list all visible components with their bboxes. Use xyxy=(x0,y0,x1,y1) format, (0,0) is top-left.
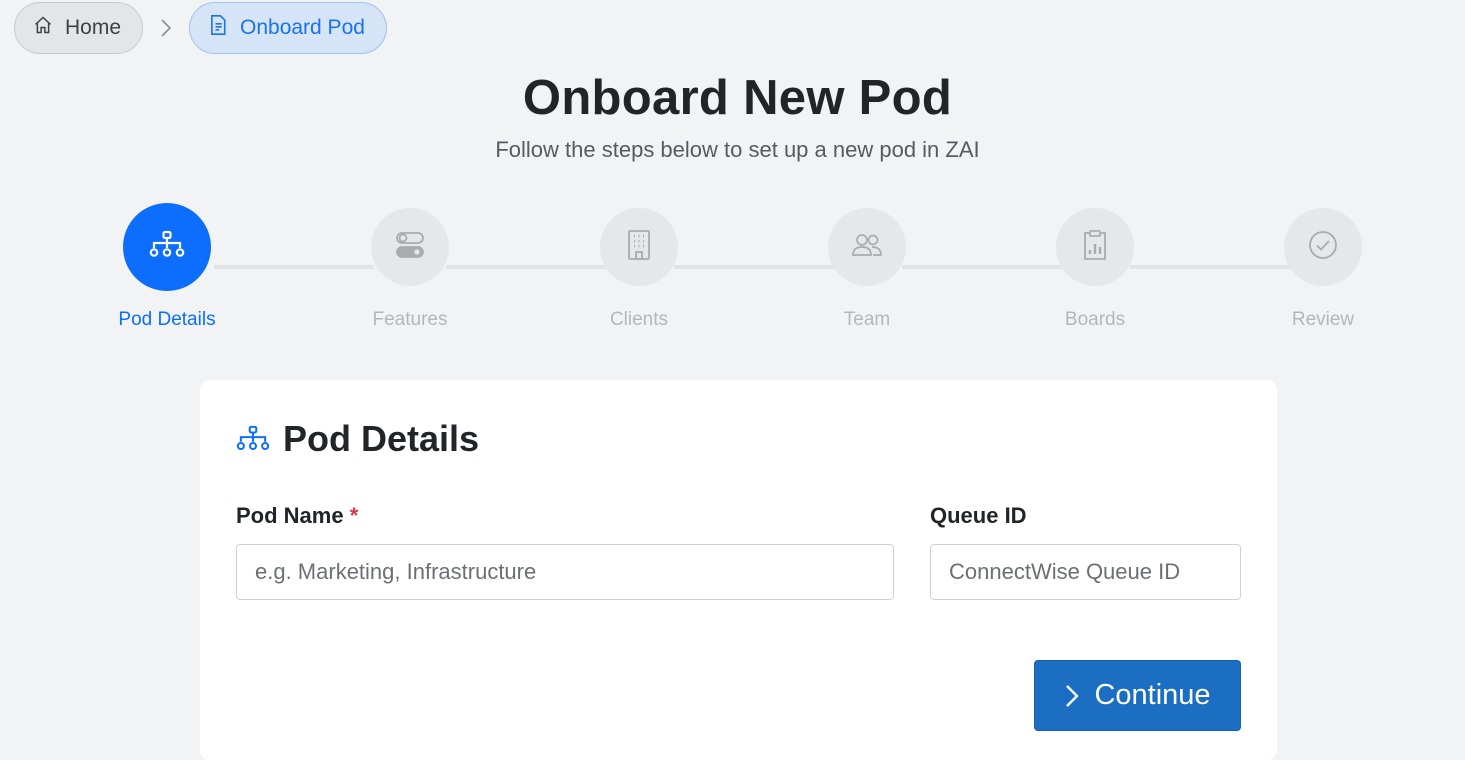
queue-id-input[interactable] xyxy=(930,544,1241,600)
step-pod-details[interactable]: Pod Details xyxy=(97,203,237,331)
step-label: Review xyxy=(1291,309,1355,330)
chevron-right-icon xyxy=(1064,683,1080,709)
step-circle xyxy=(1056,208,1134,286)
clipboard-data-icon xyxy=(1081,229,1109,266)
card-title: Pod Details xyxy=(283,418,480,459)
home-icon xyxy=(33,15,53,41)
pod-name-label: Pod Name * xyxy=(236,503,358,529)
people-icon xyxy=(851,232,883,263)
step-label: Features xyxy=(372,309,448,330)
page-subtitle: Follow the steps below to set up a new p… xyxy=(495,137,980,162)
step-label: Team xyxy=(843,309,891,330)
breadcrumb-current[interactable]: Onboard Pod xyxy=(189,2,387,54)
step-label: Pod Details xyxy=(118,309,216,330)
file-text-icon xyxy=(208,14,228,42)
page-title: Onboard New Pod xyxy=(522,71,953,125)
step-label: Boards xyxy=(1064,309,1126,330)
required-marker: * xyxy=(349,503,359,528)
continue-button[interactable]: Continue xyxy=(1034,660,1241,731)
breadcrumb-home[interactable]: Home xyxy=(14,2,143,54)
card-header: Pod Details xyxy=(235,418,479,460)
continue-label: Continue xyxy=(1094,679,1211,711)
toggles-icon xyxy=(395,230,425,265)
step-team[interactable]: Team xyxy=(797,208,937,331)
chevron-right-icon xyxy=(143,17,189,39)
step-circle xyxy=(600,208,678,286)
building-icon xyxy=(626,229,652,266)
step-circle xyxy=(1284,208,1362,286)
step-circle xyxy=(123,203,211,291)
step-features[interactable]: Features xyxy=(340,208,480,331)
step-circle xyxy=(828,208,906,286)
pod-details-card: Pod Details Pod Name * Queue ID Continue xyxy=(200,380,1277,760)
queue-id-label: Queue ID xyxy=(930,503,1027,528)
breadcrumb: Home Onboard Pod xyxy=(14,2,387,54)
step-boards[interactable]: Boards xyxy=(1025,208,1165,331)
breadcrumb-home-label: Home xyxy=(65,16,122,39)
sitemap-icon xyxy=(235,425,271,453)
breadcrumb-current-label: Onboard Pod xyxy=(240,16,365,39)
pod-name-input[interactable] xyxy=(236,544,894,600)
step-circle xyxy=(371,208,449,286)
step-review[interactable]: Review xyxy=(1253,208,1393,331)
onboarding-stepper: Pod Details Features Clients Team Boards… xyxy=(0,200,1465,330)
sitemap-icon xyxy=(149,230,185,265)
step-clients[interactable]: Clients xyxy=(569,208,709,331)
pod-name-label-text: Pod Name xyxy=(236,503,344,528)
step-label: Clients xyxy=(609,309,669,330)
check-circle-icon xyxy=(1307,229,1339,266)
